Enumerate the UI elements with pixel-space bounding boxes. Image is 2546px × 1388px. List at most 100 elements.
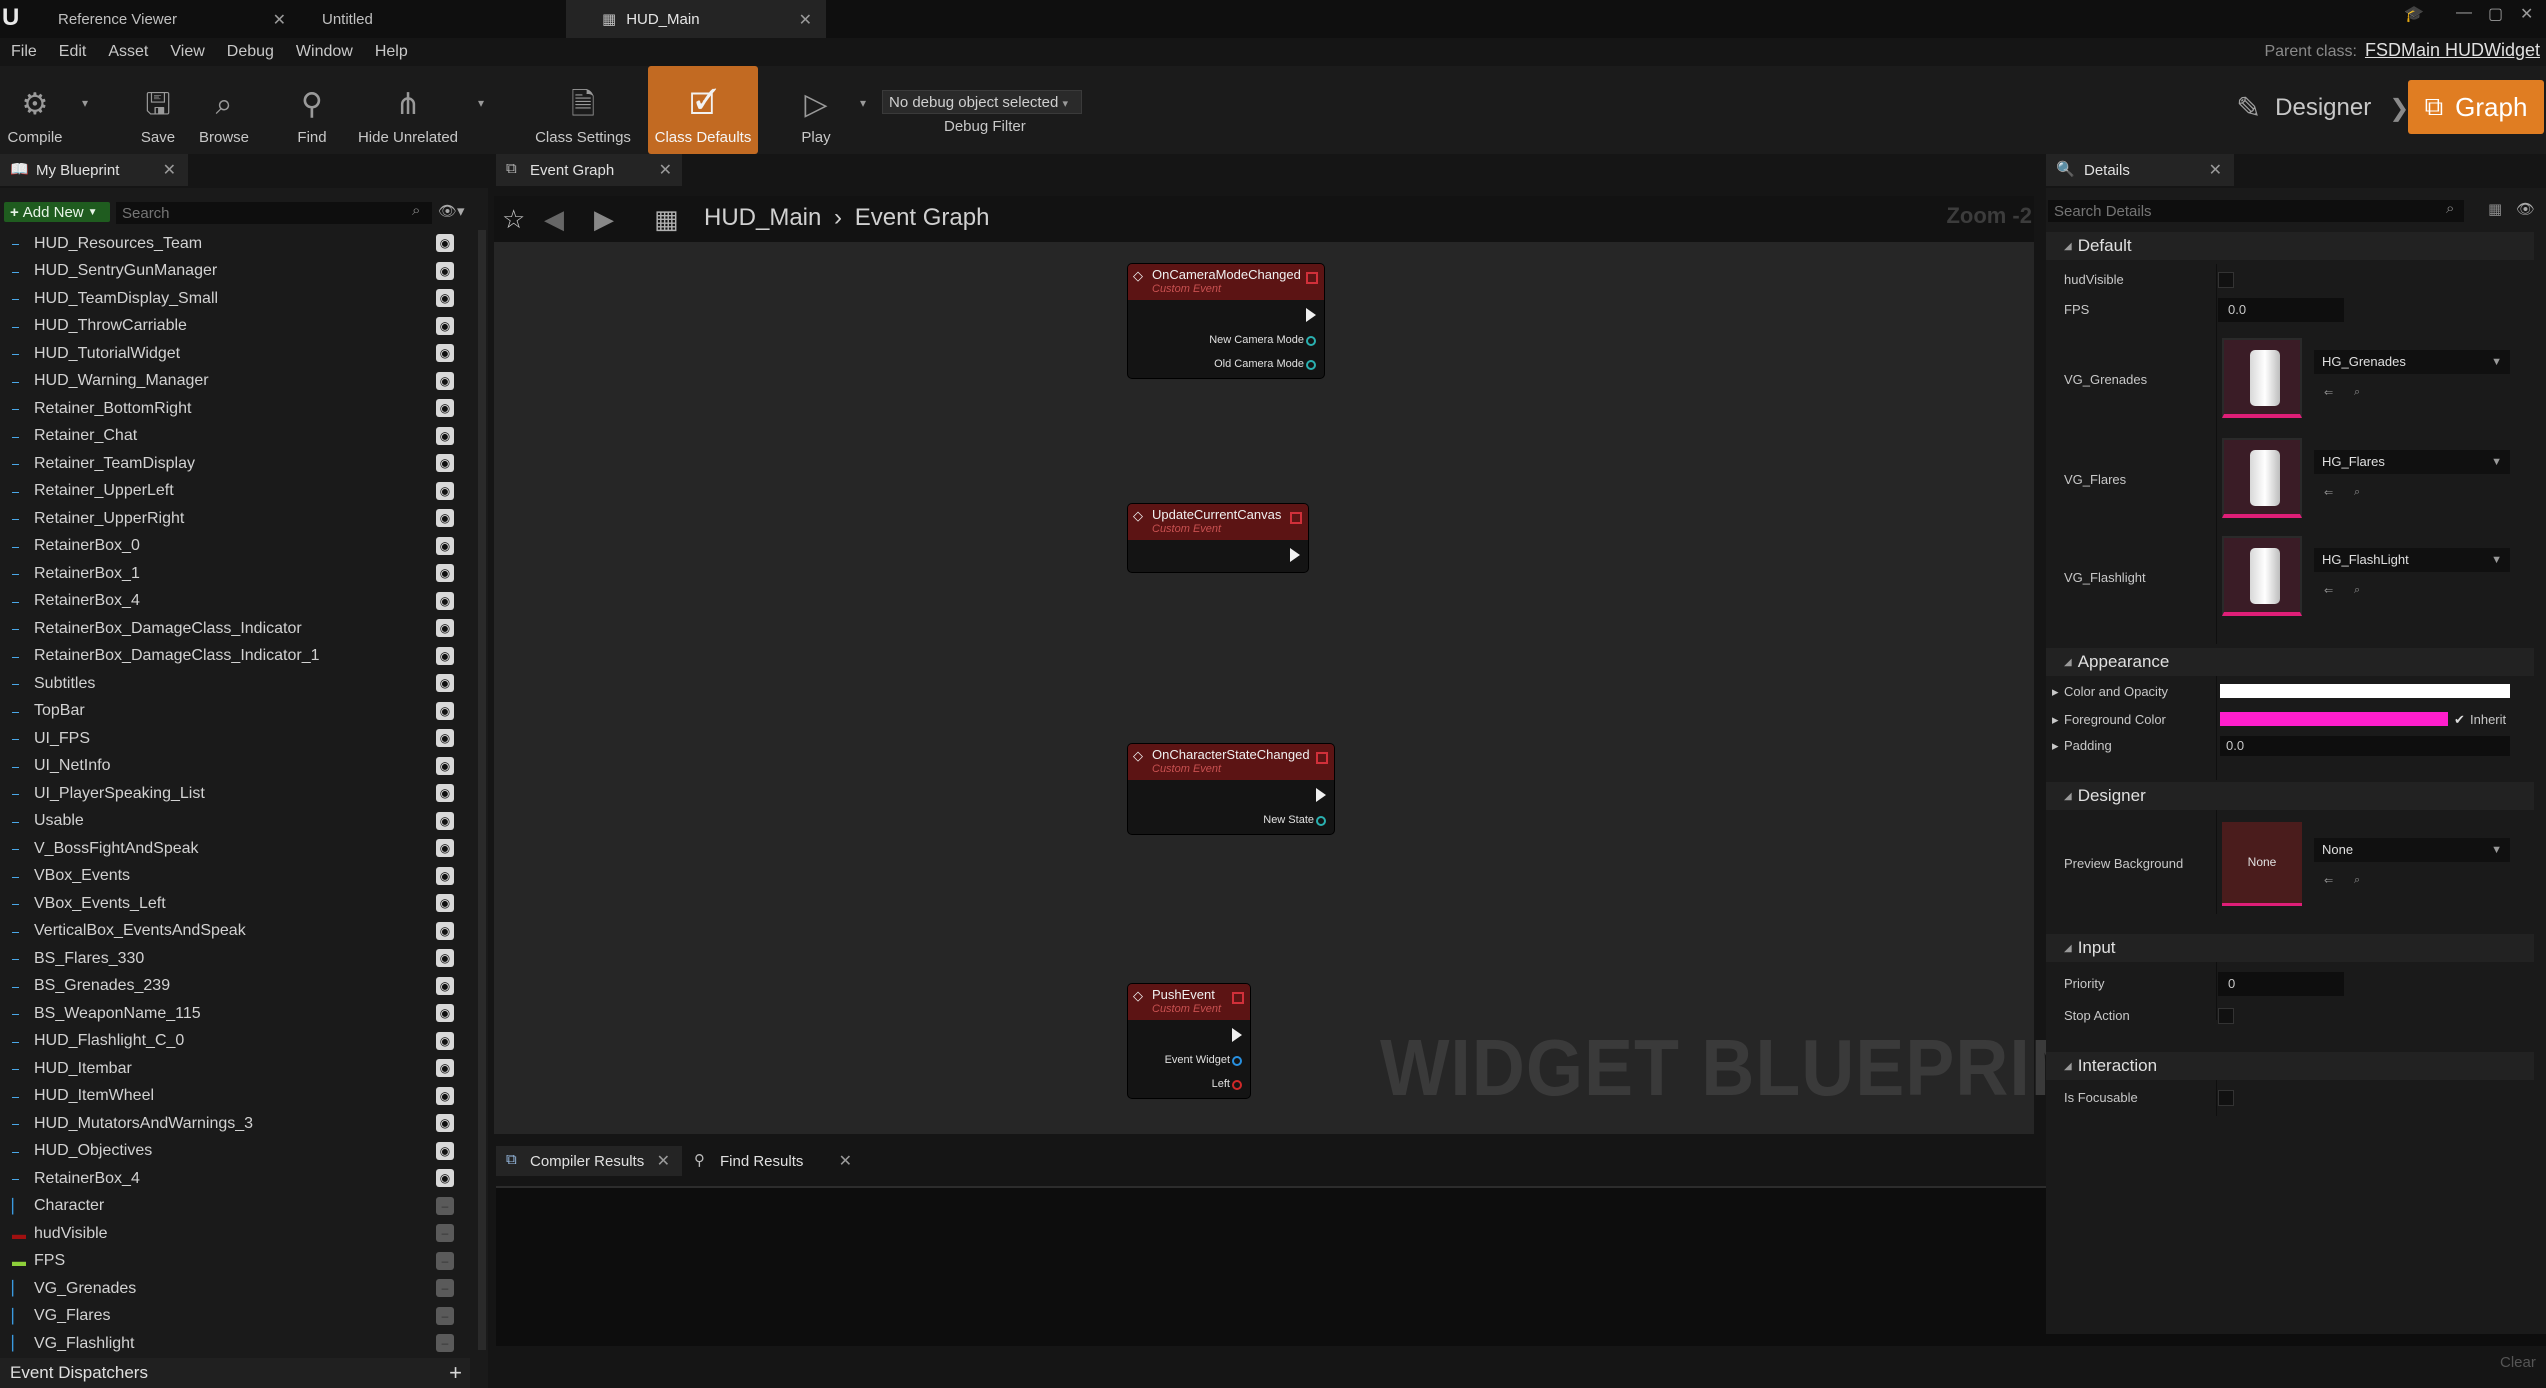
variable-row[interactable]: ⎯ HUD_Flashlight_C_0 ◉	[0, 1028, 460, 1055]
variable-row[interactable]: ⎯ VerticalBox_EventsAndSpeak ◉	[0, 918, 460, 945]
designer-mode-button[interactable]: ✎ Designer ❯	[2236, 86, 2409, 130]
asset-thumbnail[interactable]	[2222, 438, 2302, 518]
tab-event-graph[interactable]: ⧉ Event Graph ✕	[496, 154, 682, 186]
exec-output-pin[interactable]	[1232, 1028, 1242, 1042]
browse-magnifier-icon[interactable]: ⌕	[2354, 874, 2360, 887]
variable-row[interactable]: ⎯ RetainerBox_4 ◉	[0, 588, 460, 615]
scrollbar[interactable]	[478, 230, 486, 1350]
pin-connector[interactable]	[1306, 336, 1316, 346]
pin-connector[interactable]	[1232, 1080, 1242, 1090]
eye-open-icon[interactable]: ◉	[436, 564, 454, 582]
add-dispatcher-plus-icon[interactable]: +	[449, 1360, 462, 1386]
exec-output-pin[interactable]	[1306, 308, 1316, 322]
variable-row[interactable]: ⎯ HUD_Warning_Manager ◉	[0, 368, 460, 395]
graph-node-on-character-state-changed[interactable]: ◇ OnCharacterStateChanged Custom Event N…	[1128, 744, 1334, 834]
variable-row[interactable]: ⎯ UI_PlayerSpeaking_List ◉	[0, 780, 460, 807]
section-input[interactable]: ◢ Input	[2046, 934, 2534, 962]
eye-open-icon[interactable]: ◉	[436, 1169, 454, 1187]
variable-row[interactable]: ⎯ RetainerBox_DamageClass_Indicator_1 ◉	[0, 643, 460, 670]
close-window-icon[interactable]: ✕	[2520, 4, 2533, 24]
graph-canvas[interactable]: ◇ OnCameraModeChanged Custom Event New C…	[494, 242, 2034, 1134]
variable-row[interactable]: ⎯ V_BossFightAndSpeak ◉	[0, 835, 460, 862]
eye-open-icon[interactable]: ◉	[436, 289, 454, 307]
eye-closed-icon[interactable]: –	[436, 1251, 454, 1270]
variable-row[interactable]: ⎯ RetainerBox_DamageClass_Indicator ◉	[0, 615, 460, 642]
blueprint-search-input[interactable]	[116, 202, 432, 224]
variable-row[interactable]: ⎯ HUD_ThrowCarriable ◉	[0, 313, 460, 340]
eye-open-icon[interactable]: ◉	[436, 811, 454, 830]
compile-button[interactable]: ⚙ Compile	[0, 66, 70, 154]
eye-open-icon[interactable]: ◉	[436, 921, 454, 940]
asset-picker[interactable]: HG_Flares ▼	[2314, 450, 2510, 474]
minimize-icon[interactable]: —	[2456, 4, 2472, 22]
variable-row[interactable]: ⎯ BS_Grenades_239 ◉	[0, 973, 460, 1000]
breadcrumb-root[interactable]: HUD_Main	[704, 204, 821, 231]
graph-node-on-camera-mode-changed[interactable]: ◇ OnCameraModeChanged Custom Event New C…	[1128, 264, 1324, 378]
eye-open-icon[interactable]: ◉	[436, 1031, 454, 1050]
variable-row[interactable]: ▏ VG_Flashlight –	[0, 1330, 460, 1357]
graph-node-update-current-canvas[interactable]: ◇ UpdateCurrentCanvas Custom Event	[1128, 504, 1308, 572]
use-selected-arrow-icon[interactable]: ⇐	[2324, 874, 2333, 887]
variable-row[interactable]: ▬ FPS –	[0, 1248, 460, 1275]
tab-find-results[interactable]: ⚲ Find Results ✕	[688, 1146, 864, 1176]
close-icon[interactable]: ✕	[2209, 160, 2222, 180]
padding-input[interactable]: 0.0	[2220, 736, 2510, 756]
eye-open-icon[interactable]: ◉	[436, 509, 454, 527]
eye-open-icon[interactable]: ◉	[436, 866, 454, 885]
eye-open-icon[interactable]: ◉	[436, 591, 454, 610]
asset-picker[interactable]: HG_Grenades ▼	[2314, 350, 2510, 374]
variable-row[interactable]: ⎯ HUD_MutatorsAndWarnings_3 ◉	[0, 1110, 460, 1137]
variable-row[interactable]: ⎯ HUD_Resources_Team ◉	[0, 230, 460, 257]
forward-arrow-icon[interactable]: ▶	[594, 204, 614, 235]
menu-debug[interactable]: Debug	[216, 43, 285, 61]
eye-closed-icon[interactable]: –	[436, 1224, 454, 1242]
variable-row[interactable]: ▏ Character –	[0, 1193, 460, 1220]
variable-row[interactable]: ⎯ HUD_Itembar ◉	[0, 1055, 460, 1082]
pin-connector[interactable]	[1232, 1056, 1242, 1066]
browse-magnifier-icon[interactable]: ⌕	[2354, 584, 2360, 597]
tab-reference-viewer[interactable]: Reference Viewer ✕	[0, 0, 300, 38]
eye-open-icon[interactable]: ◉	[436, 1141, 454, 1160]
section-appearance[interactable]: ◢ Appearance	[2046, 648, 2534, 676]
eye-open-icon[interactable]: ◉	[436, 316, 454, 335]
eye-open-icon[interactable]: ◉	[436, 234, 454, 252]
close-icon[interactable]: ✕	[659, 160, 672, 180]
priority-number-input[interactable]: 0	[2218, 972, 2344, 996]
grid-view-icon[interactable]: ▦	[2488, 200, 2502, 218]
eye-open-icon[interactable]: ◉	[436, 1086, 454, 1105]
class-settings-button[interactable]: 🗎 Class Settings	[528, 66, 638, 154]
color-swatch[interactable]	[2220, 684, 2510, 698]
variable-row[interactable]: ▏ VG_Grenades –	[0, 1275, 460, 1302]
use-selected-arrow-icon[interactable]: ⇐	[2324, 584, 2333, 597]
variable-row[interactable]: ⎯ HUD_Objectives ◉	[0, 1138, 460, 1165]
asset-thumbnail[interactable]	[2222, 536, 2302, 616]
variable-row[interactable]: ⎯ VBox_Events_Left ◉	[0, 890, 460, 917]
browse-button[interactable]: ⌕ Browse	[192, 66, 256, 154]
pin-connector[interactable]	[1306, 360, 1316, 370]
variable-row[interactable]: ⎯ TopBar ◉	[0, 698, 460, 725]
debug-object-select[interactable]: No debug object selected ▾	[882, 90, 1082, 114]
section-designer[interactable]: ◢ Designer	[2046, 782, 2534, 810]
menu-window[interactable]: Window	[285, 43, 364, 61]
eye-closed-icon[interactable]: –	[436, 1279, 454, 1297]
variable-row[interactable]: ⎯ HUD_ItemWheel ◉	[0, 1083, 460, 1110]
variable-row[interactable]: ⎯ Usable ◉	[0, 808, 460, 835]
eye-open-icon[interactable]: ◉	[436, 454, 454, 472]
variable-row[interactable]: ▏ VG_Flares –	[0, 1303, 460, 1330]
eye-open-icon[interactable]: ◉	[436, 619, 454, 637]
color-swatch[interactable]	[2220, 712, 2448, 726]
eye-open-icon[interactable]: ◉	[436, 756, 454, 775]
eye-visibility-icon[interactable]: 👁▾	[438, 202, 465, 220]
variable-row[interactable]: ▬ hudVisible –	[0, 1220, 460, 1247]
play-options-chevron-icon[interactable]: ▾	[860, 96, 866, 110]
eye-open-icon[interactable]: ◉	[436, 976, 454, 995]
delegate-pin-icon[interactable]	[1232, 992, 1244, 1004]
eye-closed-icon[interactable]: –	[436, 1196, 454, 1215]
section-default[interactable]: ◢ Default	[2046, 232, 2534, 260]
close-icon[interactable]: ✕	[163, 160, 176, 180]
variable-row[interactable]: ⎯ RetainerBox_4 ◉	[0, 1165, 460, 1192]
event-dispatchers-section[interactable]: Event Dispatchers +	[0, 1358, 470, 1388]
parent-class-link[interactable]: FSDMain HUDWidget	[2365, 40, 2540, 60]
hide-options-chevron-icon[interactable]: ▾	[478, 96, 484, 110]
delegate-pin-icon[interactable]	[1316, 752, 1328, 764]
